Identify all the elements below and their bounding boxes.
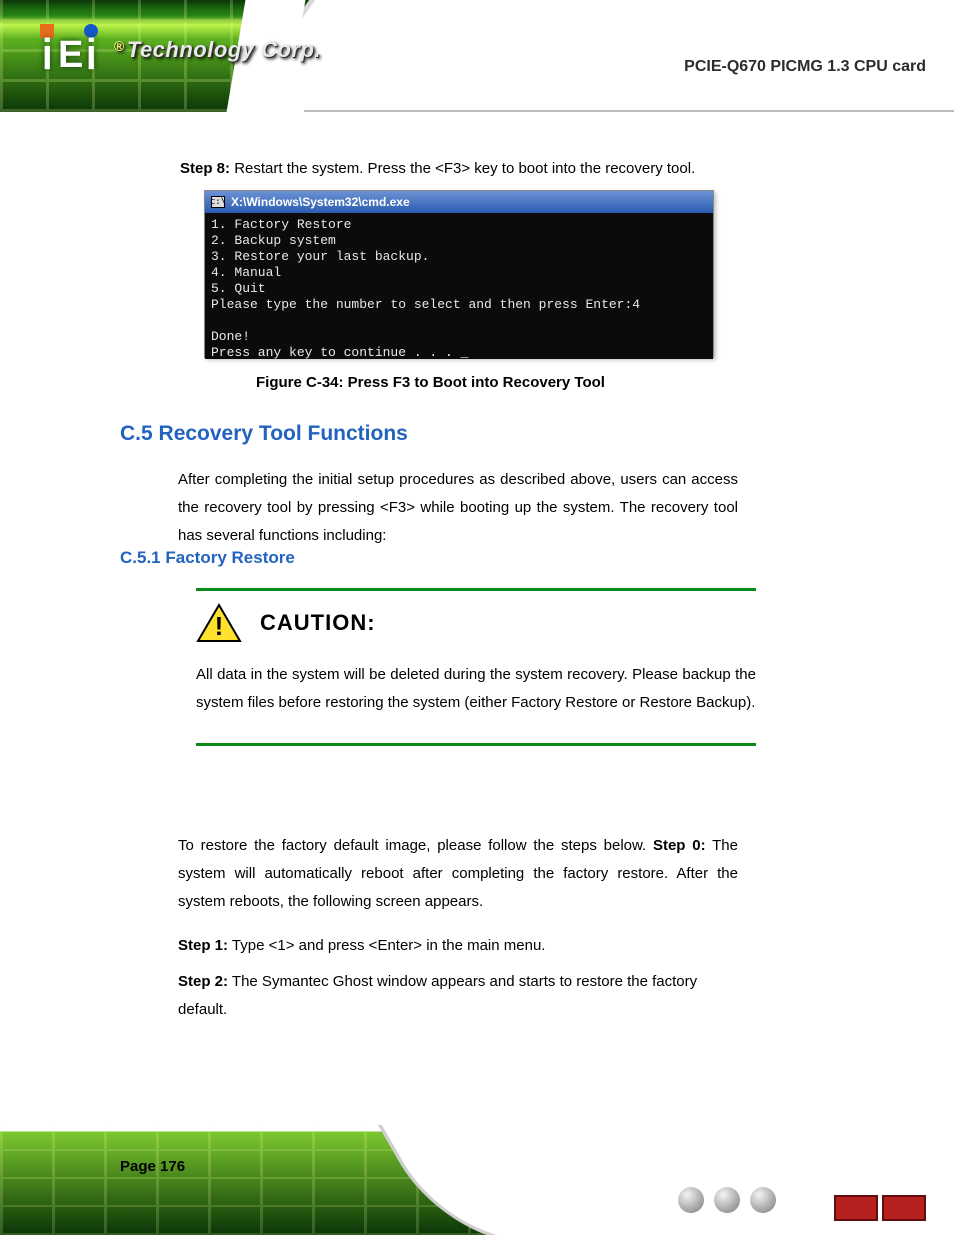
list-item: Step 1: Type <1> and press <Enter> in th… xyxy=(178,932,738,960)
section-title: Recovery Tool Functions xyxy=(159,422,408,445)
step-label: Step 1: xyxy=(178,937,228,954)
page-header: i E i ®Technology Corp. PCIE-Q670 PICMG … xyxy=(0,0,954,112)
step-8: Step 8: Restart the system. Press the <F… xyxy=(180,158,740,180)
restore-description: To restore the factory default image, pl… xyxy=(178,832,738,916)
product-title: PCIE-Q670 PICMG 1.3 CPU card xyxy=(684,58,926,76)
caution-callout: ! CAUTION: All data in the system will b… xyxy=(196,588,756,746)
section-intro: After completing the initial setup proce… xyxy=(178,466,738,550)
warning-triangle-icon: ! xyxy=(196,603,242,643)
logo-letter-i2: i xyxy=(86,33,97,77)
cmd-icon: c:\ xyxy=(211,196,225,208)
step-label: Step 2: xyxy=(178,973,228,990)
subsection-title: Factory Restore xyxy=(165,548,294,567)
restore-desc-step0: Step 0: xyxy=(653,837,706,854)
step-text: The Symantec Ghost window appears and st… xyxy=(178,973,697,1018)
cmd-output: 1. Factory Restore 2. Backup system 3. R… xyxy=(205,213,713,359)
logo-mark: i E i xyxy=(40,24,104,76)
restore-steps: Step 1: Type <1> and press <Enter> in th… xyxy=(178,932,738,1032)
capacitor-icon xyxy=(714,1187,740,1213)
logo-letter-e: E xyxy=(58,36,83,74)
figure-caption: Figure C-34: Press F3 to Boot into Recov… xyxy=(256,374,605,391)
registered-mark-icon: ® xyxy=(114,38,125,54)
caution-text: All data in the system will be deleted d… xyxy=(196,661,756,717)
page-footer: Page 176 xyxy=(0,1125,954,1235)
step-8-text: Restart the system. Press the <F3> key t… xyxy=(234,160,695,177)
cmd-titlebar: c:\ X:\Windows\System32\cmd.exe xyxy=(205,191,713,213)
brand-text: ®Technology Corp. xyxy=(114,37,321,63)
list-item: Step 2: The Symantec Ghost window appear… xyxy=(178,968,738,1024)
brand-name: Technology Corp. xyxy=(127,37,321,62)
page-number: Page 176 xyxy=(120,1158,185,1175)
capacitor-icon xyxy=(678,1187,704,1213)
restore-desc-pre: To restore the factory default image, pl… xyxy=(178,837,646,854)
logo-letter-i: i xyxy=(42,33,53,77)
svg-text:!: ! xyxy=(215,611,224,641)
section-heading: C.5 Recovery Tool Functions xyxy=(120,422,408,446)
chip-icon xyxy=(882,1195,926,1221)
cmd-window: c:\ X:\Windows\System32\cmd.exe 1. Facto… xyxy=(204,190,714,358)
caution-header-row: ! CAUTION: xyxy=(196,603,756,643)
subsection-heading: C.5.1 Factory Restore xyxy=(120,548,295,568)
subsection-number: C.5.1 xyxy=(120,548,161,567)
caution-label: CAUTION: xyxy=(260,610,376,636)
chip-icon xyxy=(834,1195,878,1221)
step-text: Type <1> and press <Enter> in the main m… xyxy=(232,937,546,954)
cmd-title-text: X:\Windows\System32\cmd.exe xyxy=(231,195,410,209)
section-number: C.5 xyxy=(120,422,153,445)
brand-logo: i E i ®Technology Corp. xyxy=(40,24,321,76)
page-body: Step 8: Restart the system. Press the <F… xyxy=(0,112,954,1235)
capacitor-icon xyxy=(750,1187,776,1213)
step-8-label: Step 8: xyxy=(180,160,230,177)
